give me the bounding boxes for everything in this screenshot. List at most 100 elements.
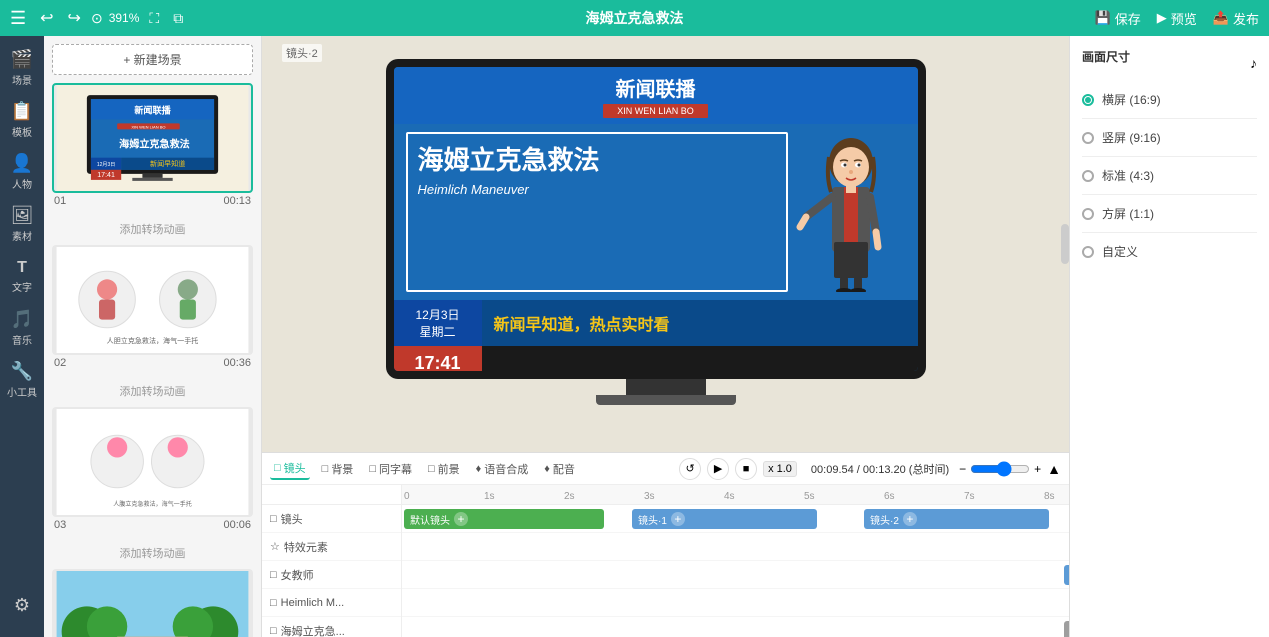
label-effects-text: 特效元素: [284, 539, 328, 555]
tab-audio-label: 配音: [553, 461, 575, 477]
sidebar-label-character: 人物: [12, 176, 32, 191]
tab-shot[interactable]: □ 镜头: [270, 458, 310, 480]
tv-time: 17:41: [414, 353, 460, 372]
scene-add-anim-02[interactable]: 添加转场动画: [52, 379, 253, 407]
scene-duration-01: 00:13: [223, 195, 251, 207]
size-option-43[interactable]: 标准 (4:3): [1082, 163, 1257, 188]
svg-text:人腹立克急救法，海气一手托: 人腹立克急救法，海气一手托: [113, 500, 192, 508]
fullscreen-button[interactable]: ⛶: [145, 8, 163, 29]
tv-news-title-cn: 新闻联播: [616, 73, 696, 102]
scene-thumb-04[interactable]: 美景立克急救法: [52, 569, 253, 637]
music-note-icon[interactable]: ♪: [1250, 55, 1257, 71]
add-shot-btn-0[interactable]: +: [454, 512, 468, 526]
resize-handle-right[interactable]: [1061, 224, 1069, 264]
radio-169[interactable]: [1082, 94, 1094, 106]
sidebar-item-music[interactable]: 🎵 音乐: [2, 304, 42, 352]
scene-thumb-01[interactable]: 新闻联播 XIN WEN LIAN BO 海姆立克急救法 12月3日 新闻早知道…: [52, 83, 253, 193]
track-row-teacher: 向... +: [402, 561, 1069, 589]
scene-item-03: 人腹立克急救法，海气一手托 03 00:06: [52, 407, 253, 533]
publish-button[interactable]: 📤 发布: [1213, 9, 1259, 28]
radio-custom[interactable]: [1082, 246, 1094, 258]
template-icon: 📋: [11, 101, 33, 122]
add-shot-btn-1[interactable]: +: [671, 512, 685, 526]
play-button[interactable]: ▶: [707, 458, 729, 480]
undo-button[interactable]: ↩: [36, 6, 57, 30]
app-title: 海姆立克急救法: [586, 8, 684, 28]
add-scene-button[interactable]: + 新建场景: [52, 44, 253, 75]
scene-item-02: 人胆立克急救法，海气一手托 02 00:36: [52, 245, 253, 371]
label-teacher: □ 女教师: [262, 561, 401, 589]
tab-subtitle[interactable]: □ 同字幕: [365, 459, 416, 479]
label-shot-icon: □: [270, 513, 277, 525]
add-shot-btn-2[interactable]: +: [903, 512, 917, 526]
tab-tts[interactable]: ♦ 语音合成: [472, 459, 533, 479]
sidebar-item-text[interactable]: T 文字: [2, 252, 42, 300]
size-option-169[interactable]: 横屏 (16:9): [1082, 87, 1257, 112]
collapse-icon[interactable]: ▲: [1047, 461, 1061, 477]
scene-info-03: 03 00:06: [52, 517, 253, 533]
track-default-shot[interactable]: 默认镜头 +: [404, 509, 604, 529]
zoom-out-icon[interactable]: −: [959, 462, 966, 476]
sidebar-item-settings[interactable]: ⚙: [2, 581, 42, 629]
stop-button[interactable]: ■: [735, 458, 757, 480]
tv-base: [596, 395, 736, 405]
menu-icon[interactable]: ☰: [10, 8, 26, 29]
sidebar-item-material[interactable]: 🖼 素材: [2, 200, 42, 248]
scene-label: 镜头·2: [282, 44, 322, 62]
size-option-11[interactable]: 方屏 (1:1): [1082, 201, 1257, 226]
size-label-43: 标准 (4:3): [1102, 167, 1154, 184]
label-shot: □ 镜头: [262, 505, 401, 533]
radio-43[interactable]: [1082, 170, 1094, 182]
radio-916[interactable]: [1082, 132, 1094, 144]
sidebar-label-music: 音乐: [12, 332, 32, 347]
scene-thumb-02[interactable]: 人胆立克急救法，海气一手托: [52, 245, 253, 355]
tv-main-title-en: Heimlich Maneuver: [418, 182, 776, 197]
scene-add-anim-01[interactable]: 添加转场动画: [52, 217, 253, 245]
scene-panel: + 新建场景 新闻联播 XIN WEN LIAN BO 海姆立克急救法: [44, 36, 262, 637]
sidebar-item-template[interactable]: 📋 模板: [2, 96, 42, 144]
redo-button[interactable]: ↪: [64, 6, 85, 30]
ruler-7s: 7s: [964, 491, 975, 502]
track-row-effects: [402, 533, 1069, 561]
preview-button[interactable]: ▶ 预览: [1157, 9, 1197, 28]
save-button[interactable]: 💾 保存: [1095, 9, 1141, 28]
size-option-custom[interactable]: 自定义: [1082, 239, 1257, 264]
speed-badge[interactable]: x 1.0: [763, 461, 797, 477]
tools-icon: 🔧: [11, 361, 33, 382]
tab-background[interactable]: □ 背景: [318, 459, 358, 479]
track-shot-2[interactable]: 镜头·2 +: [864, 509, 1049, 529]
sidebar-item-scene[interactable]: 🎬 场景: [2, 44, 42, 92]
ruler-0: 0: [404, 491, 410, 502]
size-option-916[interactable]: 竖屏 (9:16): [1082, 125, 1257, 150]
tab-audio[interactable]: ♦ 配音: [540, 459, 579, 479]
track-shot-1[interactable]: 镜头·1 +: [632, 509, 817, 529]
sidebar-label-template: 模板: [12, 124, 32, 139]
expand-button[interactable]: ⧉: [169, 8, 187, 29]
timeline-labels: □ 镜头 ☆ 特效元素 □ 女教师 □ Heimlich M...: [262, 485, 402, 637]
track-teacher[interactable]: 向... +: [1064, 565, 1069, 585]
track-zimu[interactable]: 资源播...: [1064, 621, 1069, 637]
sidebar-item-tools[interactable]: 🔧 小工具: [2, 356, 42, 404]
sidebar-item-character[interactable]: 👤 人物: [2, 148, 42, 196]
zoom-in-icon[interactable]: +: [1034, 462, 1041, 476]
scene-add-anim-03[interactable]: 添加转场动画: [52, 541, 253, 569]
size-label-custom: 自定义: [1102, 243, 1138, 260]
toolbar-actions: ↩ ↪ ⊙ 391% ⛶ ⧉: [36, 6, 187, 30]
tab-foreground[interactable]: □ 前景: [424, 459, 464, 479]
tab-shot-icon: □: [274, 462, 281, 474]
zoom-slider[interactable]: [970, 461, 1030, 477]
loop-button[interactable]: ↺: [679, 458, 701, 480]
scene-duration-02: 00:36: [223, 357, 251, 369]
scene-icon: 🎬: [11, 49, 33, 70]
label-effects: ☆ 特效元素: [262, 533, 401, 561]
radio-11[interactable]: [1082, 208, 1094, 220]
scene-thumb-03[interactable]: 人腹立克急救法，海气一手托: [52, 407, 253, 517]
tab-tts-icon: ♦: [476, 463, 482, 475]
scene-id-02: 02: [54, 357, 66, 369]
label-heimlich: □ Heimlich M...: [262, 589, 401, 617]
size-label-11: 方屏 (1:1): [1102, 205, 1154, 222]
svg-text:新闻早知道: 新闻早知道: [150, 159, 185, 168]
label-zimu-icon: □: [270, 625, 277, 637]
scene-id-01: 01: [54, 195, 66, 207]
ruler-2s: 2s: [564, 491, 575, 502]
